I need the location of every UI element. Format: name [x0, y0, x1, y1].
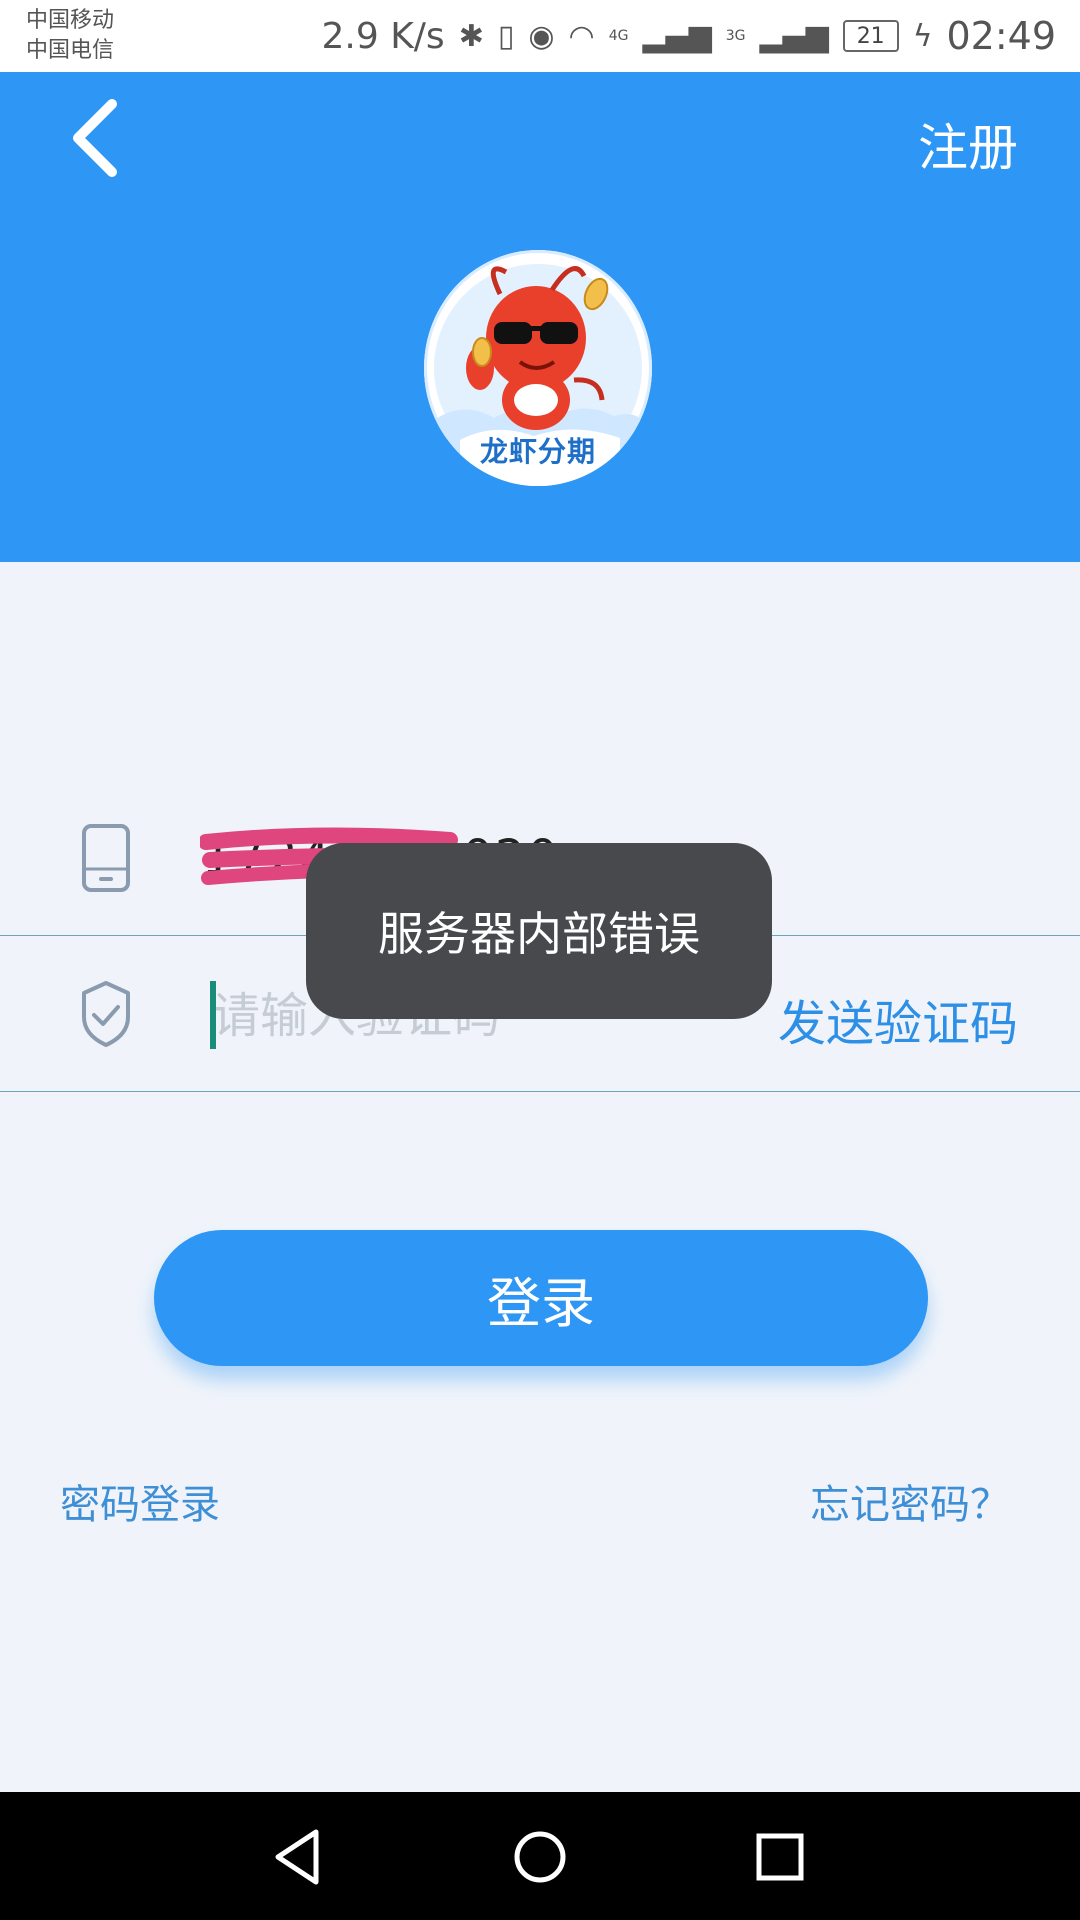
chevron-left-icon: [73, 99, 117, 177]
back-button[interactable]: [64, 96, 134, 180]
carrier-1: 中国移动: [26, 8, 115, 33]
register-button[interactable]: 注册: [918, 108, 1018, 180]
text-caret: [210, 981, 216, 1049]
status-indicators: 2.9 K/s ✱ ▯ ◉ ◠ 4G ▂▄▆ 3G ▂▄▆ 21 ϟ 02:49: [322, 0, 1057, 72]
logo-text: 龙虾分期: [479, 435, 596, 468]
clock: 02:49: [946, 14, 1056, 58]
error-toast: 服务器内部错误: [306, 843, 772, 1019]
network-3g-label: 3G: [725, 28, 746, 44]
signal-icon-2: ▂▄▆: [759, 18, 829, 54]
shield-check-icon: [82, 981, 130, 1047]
network-4g-label: 4G: [608, 28, 629, 44]
send-code-button[interactable]: 发送验证码: [778, 984, 1018, 1054]
nav-home-icon[interactable]: [505, 1822, 575, 1892]
status-bar: 中国移动 中国电信 2.9 K/s ✱ ▯ ◉ ◠ 4G ▂▄▆ 3G ▂▄▆ …: [0, 0, 1080, 72]
toast-message: 服务器内部错误: [378, 907, 700, 961]
battery-icon: 21: [842, 20, 899, 52]
charging-icon: ϟ: [912, 18, 933, 54]
carrier-info: 中国移动 中国电信: [26, 6, 114, 66]
wifi-icon: ◠: [568, 18, 595, 54]
eye-icon: ◉: [528, 18, 555, 54]
system-nav-bar: [0, 1792, 1080, 1920]
nav-back-icon[interactable]: [266, 1822, 336, 1892]
net-speed: 2.9 K/s: [321, 15, 445, 57]
login-button[interactable]: 登录: [154, 1230, 928, 1366]
nav-recent-icon[interactable]: [745, 1822, 815, 1892]
password-login-link[interactable]: 密码登录: [60, 1472, 220, 1530]
carrier-2: 中国电信: [26, 38, 115, 63]
bluetooth-icon: ✱: [458, 18, 484, 54]
signal-icon: ▂▄▆: [642, 18, 712, 54]
phone-icon: [82, 824, 130, 892]
forgot-password-link[interactable]: 忘记密码？: [810, 1472, 1010, 1530]
login-button-label: 登录: [487, 1271, 595, 1335]
vibrate-icon: ▯: [497, 18, 515, 54]
app-logo: 龙虾分期: [424, 250, 652, 486]
